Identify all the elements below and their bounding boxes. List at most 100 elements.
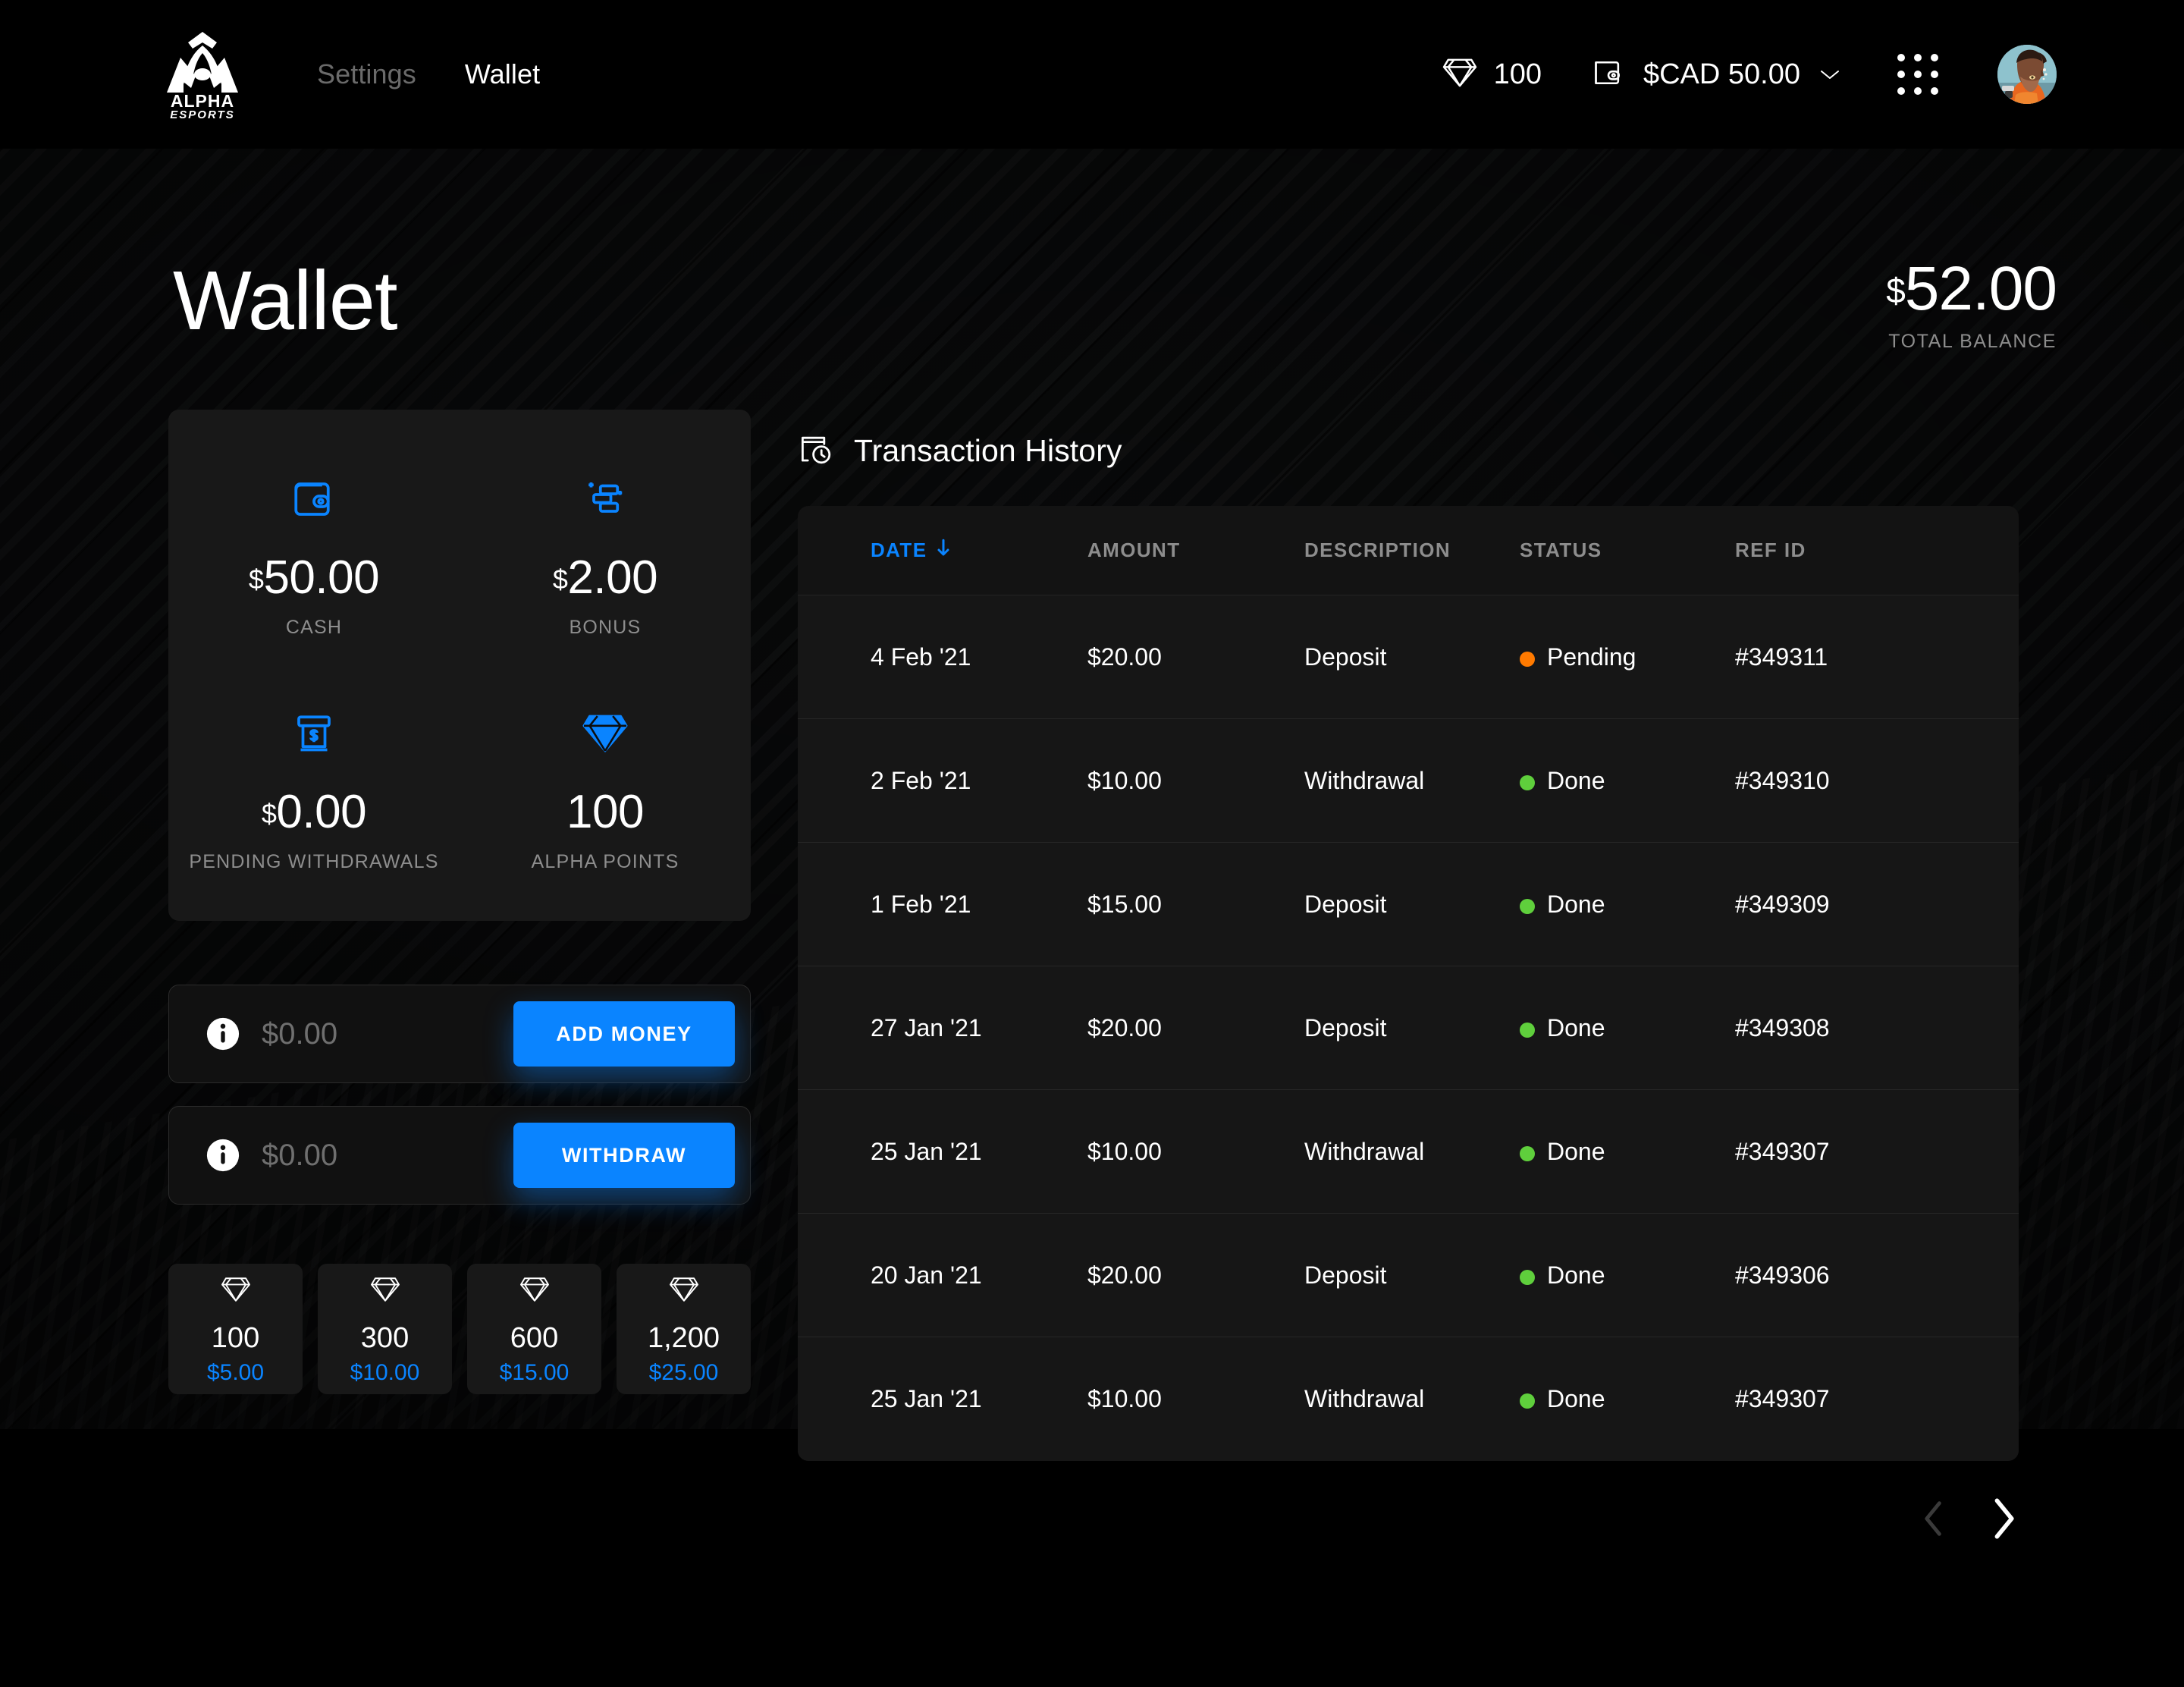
- atm-cash-icon: [189, 701, 438, 766]
- coins-sparkle-icon: [553, 467, 657, 532]
- table-row[interactable]: 25 Jan '21 $10.00 Withdrawal Done #34930…: [798, 1337, 2019, 1461]
- cell-status: Done: [1520, 1385, 1735, 1413]
- add-money-input[interactable]: $0.00: [262, 1017, 337, 1051]
- stat-cash: $50.00 CASH: [248, 467, 380, 639]
- points-pack-300[interactable]: 300 $10.00: [318, 1264, 452, 1394]
- info-icon[interactable]: [206, 1138, 240, 1173]
- currency-symbol: $: [552, 564, 568, 595]
- stat-pending-label: PENDING WITHDRAWALS: [189, 851, 439, 872]
- currency-symbol: $: [261, 798, 277, 829]
- status-badge: Done: [1547, 767, 1605, 794]
- table-row[interactable]: 4 Feb '21 $20.00 Deposit Pending #349311: [798, 595, 2019, 719]
- total-balance-value: 52.00: [1904, 254, 2057, 323]
- withdraw-button[interactable]: WITHDRAW: [513, 1123, 735, 1188]
- page-content: Wallet $52.00 TOTAL BALANCE $50.00 CASH …: [0, 0, 2184, 1687]
- transaction-history-heading: Transaction History: [798, 431, 2019, 471]
- points-pack-100[interactable]: 100 $5.00: [168, 1264, 303, 1394]
- total-balance-amount: $52.00: [1886, 258, 2057, 320]
- column-header-amount[interactable]: AMOUNT: [1087, 539, 1304, 562]
- cell-description: Deposit: [1304, 643, 1387, 671]
- table-row[interactable]: 25 Jan '21 $10.00 Withdrawal Done #34930…: [798, 1090, 2019, 1214]
- column-header-description[interactable]: DESCRIPTION: [1304, 539, 1520, 562]
- stat-bonus-value: $2.00: [552, 551, 658, 604]
- cell-description: Deposit: [1304, 891, 1387, 918]
- transaction-history-card: DATE AMOUNT DESCRIPTION STATUS REF ID 4 …: [798, 506, 2019, 1461]
- pack-amount: 1,200: [647, 1321, 720, 1354]
- total-balance-label: TOTAL BALANCE: [1888, 331, 2057, 352]
- cell-date: 25 Jan '21: [871, 1138, 982, 1165]
- cell-status: Done: [1520, 1138, 1735, 1166]
- transaction-history-icon: [798, 431, 834, 471]
- column-header-refid[interactable]: REF ID: [1735, 539, 1985, 562]
- table-row[interactable]: 1 Feb '21 $15.00 Deposit Done #349309: [798, 843, 2019, 966]
- table-row[interactable]: 2 Feb '21 $10.00 Withdrawal Done #349310: [798, 719, 2019, 843]
- cell-date: 20 Jan '21: [871, 1261, 982, 1289]
- value: 0.00: [276, 786, 367, 838]
- cell-date: 4 Feb '21: [871, 643, 971, 671]
- info-icon[interactable]: [206, 1016, 240, 1051]
- diamond-icon: [221, 1276, 251, 1307]
- column-header-date-label: DATE: [871, 539, 927, 561]
- withdraw-input[interactable]: $0.00: [262, 1139, 337, 1173]
- cell-description: Withdrawal: [1304, 1138, 1425, 1165]
- cell-amount: $10.00: [1087, 767, 1162, 794]
- value: 100: [566, 786, 644, 838]
- points-pack-600[interactable]: 600 $15.00: [467, 1264, 601, 1394]
- cell-date: 27 Jan '21: [871, 1014, 982, 1041]
- cell-ref-id: #349311: [1735, 643, 1828, 671]
- cell-amount: $20.00: [1087, 1014, 1162, 1041]
- cell-description: Deposit: [1304, 1014, 1387, 1041]
- cell-description: Deposit: [1304, 1261, 1387, 1289]
- table-row[interactable]: 20 Jan '21 $20.00 Deposit Done #349306: [798, 1214, 2019, 1337]
- add-money-button[interactable]: ADD MONEY: [513, 1001, 735, 1067]
- cell-amount: $10.00: [1087, 1385, 1162, 1412]
- status-badge: Done: [1547, 1138, 1605, 1165]
- cell-amount: $20.00: [1087, 1261, 1162, 1289]
- status-badge: Done: [1547, 1014, 1605, 1041]
- transaction-table-header: DATE AMOUNT DESCRIPTION STATUS REF ID: [798, 506, 2019, 595]
- status-dot: [1520, 1270, 1535, 1285]
- withdraw-row: $0.00 WITHDRAW: [168, 1106, 751, 1205]
- status-badge: Done: [1547, 891, 1605, 918]
- status-badge: Done: [1547, 1261, 1605, 1289]
- status-dot: [1520, 1146, 1535, 1161]
- cell-status: Pending: [1520, 643, 1735, 671]
- status-dot: [1520, 899, 1535, 914]
- chevron-left-icon[interactable]: [1919, 1498, 1949, 1539]
- wallet-page: ALPHA ESPORTS Settings Wallet 100 $CAD 5…: [0, 0, 2184, 1687]
- stat-bonus: $2.00 BONUS: [552, 467, 658, 639]
- chevron-right-icon[interactable]: [1988, 1498, 2019, 1539]
- page-title: Wallet: [173, 254, 398, 347]
- column-header-status[interactable]: STATUS: [1520, 539, 1735, 562]
- stat-cash-label: CASH: [285, 617, 343, 638]
- pack-amount: 300: [360, 1321, 410, 1354]
- sort-descending-icon: [936, 539, 951, 562]
- cell-status: Done: [1520, 891, 1735, 919]
- cell-description: Withdrawal: [1304, 1385, 1425, 1412]
- currency-symbol: $: [248, 564, 264, 595]
- transaction-history-title: Transaction History: [854, 433, 1122, 468]
- wallet-icon: [249, 467, 379, 532]
- pagination: [1919, 1498, 2019, 1539]
- stat-cash-value: $50.00: [248, 551, 380, 604]
- value: 50.00: [263, 551, 380, 604]
- pack-amount: 100: [211, 1321, 260, 1354]
- cell-date: 25 Jan '21: [871, 1385, 982, 1412]
- table-row[interactable]: 27 Jan '21 $20.00 Deposit Done #349308: [798, 966, 2019, 1090]
- stat-points-value: 100: [531, 789, 679, 836]
- value: 2.00: [567, 551, 658, 604]
- cell-date: 2 Feb '21: [871, 767, 971, 794]
- add-money-row: $0.00 ADD MONEY: [168, 985, 751, 1083]
- cell-ref-id: #349307: [1735, 1138, 1830, 1165]
- stat-alpha-points: 100 ALPHA POINTS: [531, 701, 679, 873]
- column-header-date[interactable]: DATE: [871, 539, 1087, 562]
- pack-price: $15.00: [499, 1359, 570, 1385]
- points-packages: 100 $5.00 300 $10.00 600 $15.00 1,200 $2…: [168, 1264, 751, 1394]
- cell-amount: $15.00: [1087, 891, 1162, 918]
- status-dot: [1520, 1393, 1535, 1409]
- points-pack-1200[interactable]: 1,200 $25.00: [617, 1264, 751, 1394]
- cell-amount: $20.00: [1087, 643, 1162, 671]
- pack-price: $5.00: [206, 1359, 265, 1385]
- cell-ref-id: #349306: [1735, 1261, 1830, 1289]
- cell-amount: $10.00: [1087, 1138, 1162, 1165]
